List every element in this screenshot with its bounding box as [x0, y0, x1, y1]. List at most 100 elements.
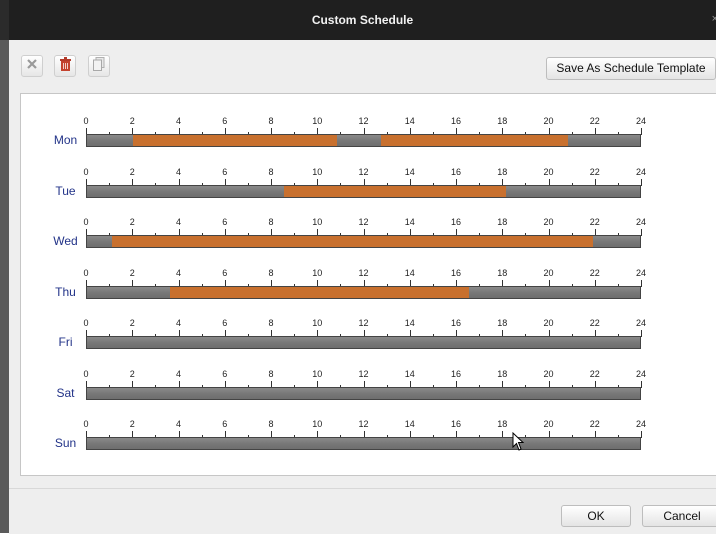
hour-tick-label: 2: [129, 217, 135, 227]
timeline-bar[interactable]: [86, 134, 641, 147]
timeline-bar[interactable]: [86, 437, 641, 450]
hour-tick-label: 12: [358, 217, 369, 227]
timeline-bar[interactable]: [86, 285, 641, 299]
hour-tick-label: 14: [404, 419, 415, 429]
hour-tick-label: 24: [635, 368, 647, 379]
trash-icon: [59, 56, 72, 76]
hour-tick-label: 0: [83, 318, 89, 328]
copy-icon: [93, 56, 105, 76]
hour-tick-label: 8: [268, 368, 274, 379]
hour-tick-label: 16: [450, 116, 462, 126]
hour-tick-label: 22: [589, 267, 600, 278]
delete-x-icon: [26, 57, 38, 75]
hour-tick-label: 0: [83, 368, 89, 379]
schedule-segment[interactable]: [283, 185, 506, 197]
hour-tick-label: 22: [589, 166, 600, 177]
hour-tick-label: 16: [450, 267, 462, 278]
hour-tick-label: 4: [175, 116, 182, 126]
hour-tick-major: [641, 178, 642, 186]
hour-tick-label: 0: [83, 419, 89, 429]
hour-tick-label: 16: [450, 368, 462, 379]
hour-tick-major: [641, 229, 642, 236]
hour-tick-label: 12: [358, 166, 369, 177]
day-row-thu: Thu 0 2 4 6 8 10 12 14 16 18 20 22 24: [21, 268, 716, 308]
hour-tick-label: 20: [543, 217, 554, 227]
hour-tick-label: 24: [635, 116, 647, 126]
hour-tick-label: 22: [589, 318, 600, 328]
hour-tick-label: 4: [175, 419, 182, 429]
hour-tick-label: 18: [497, 368, 508, 379]
hour-tick-label: 8: [268, 166, 274, 177]
hour-tick-major: [641, 279, 642, 287]
hour-tick-label: 4: [175, 217, 182, 227]
hour-tick-label: 16: [450, 318, 462, 328]
day-row-sun: Sun 0 2 4 6 8 10 12 14 16 18 20 22 24: [21, 419, 716, 459]
hour-tick-label: 0: [83, 217, 89, 227]
timeline-bar[interactable]: [86, 336, 641, 349]
hour-tick-label: 12: [358, 318, 369, 328]
mouse-cursor-icon: [512, 431, 526, 457]
hour-tick-label: 20: [543, 166, 554, 177]
delete-all-button[interactable]: [54, 55, 76, 77]
hour-tick-label: 24: [635, 166, 647, 177]
cancel-button[interactable]: Cancel: [642, 505, 716, 527]
timeline-bar[interactable]: [86, 386, 641, 400]
hour-tick-label: 12: [358, 419, 369, 429]
hour-tick-label: 14: [404, 116, 415, 126]
hour-tick-major: [641, 380, 642, 388]
hour-tick-label: 2: [129, 116, 135, 126]
hour-tick-label: 12: [358, 368, 369, 379]
hour-tick-label: 24: [635, 419, 647, 429]
window-title: Custom Schedule: [311, 13, 414, 27]
hour-tick-label: 24: [635, 318, 647, 328]
hour-tick-label: 2: [129, 166, 135, 177]
hour-tick-label: 6: [222, 318, 228, 328]
hour-tick-label: 14: [404, 217, 415, 227]
save-as-template-button[interactable]: Save As Schedule Template: [546, 57, 716, 80]
hour-tick-label: 20: [543, 318, 554, 328]
timeline-bar[interactable]: [86, 235, 641, 248]
hour-tick-label: 18: [497, 318, 508, 328]
schedule-segment[interactable]: [170, 286, 469, 298]
hour-tick-label: 0: [83, 267, 89, 278]
hour-tick-label: 16: [450, 419, 462, 429]
hour-tick-label: 22: [589, 217, 600, 227]
title-bar: Custom Schedule ×: [0, 0, 716, 40]
hour-tick-label: 6: [222, 116, 228, 126]
schedule-segment[interactable]: [380, 135, 568, 146]
hour-tick-label: 20: [543, 419, 554, 429]
hour-tick-label: 16: [450, 217, 462, 227]
delete-x-button[interactable]: [21, 55, 43, 77]
hour-tick-label: 8: [268, 419, 274, 429]
close-icon[interactable]: ×: [712, 13, 716, 25]
hour-tick-label: 6: [222, 267, 228, 278]
hour-tick-label: 10: [312, 419, 323, 429]
schedule-segment[interactable]: [112, 236, 594, 247]
hour-tick-label: 10: [312, 368, 323, 379]
timeline-bar[interactable]: [86, 184, 641, 198]
hour-tick-label: 12: [358, 116, 369, 126]
hour-tick-label: 10: [312, 116, 323, 126]
hour-tick-label: 2: [129, 318, 135, 328]
hour-tick-label: 18: [497, 267, 508, 278]
ok-button[interactable]: OK: [561, 505, 631, 527]
hour-tick-label: 22: [589, 419, 600, 429]
hour-tick-label: 18: [497, 419, 508, 429]
hour-tick-major: [641, 330, 642, 337]
copy-button[interactable]: [88, 55, 110, 77]
hour-tick-label: 2: [129, 368, 135, 379]
hour-tick-label: 8: [268, 267, 274, 278]
schedule-segment[interactable]: [133, 135, 337, 146]
hour-tick-major: [641, 128, 642, 135]
hour-tick-label: 10: [312, 318, 323, 328]
hour-tick-label: 4: [175, 318, 182, 328]
day-row-tue: Tue 0 2 4 6 8 10 12 14 16 18 20 22 24: [21, 167, 716, 207]
hour-tick-label: 14: [404, 368, 415, 379]
hour-tick-label: 4: [175, 267, 182, 278]
hour-tick-label: 16: [450, 166, 462, 177]
hour-tick-label: 14: [404, 318, 415, 328]
hour-tick-label: 14: [404, 166, 415, 177]
hour-tick-label: 8: [268, 217, 274, 227]
hour-tick-label: 18: [497, 166, 508, 177]
day-row-mon: Mon 0 2 4 6 8 10 12 14 16 18 20 22 24: [21, 116, 716, 156]
